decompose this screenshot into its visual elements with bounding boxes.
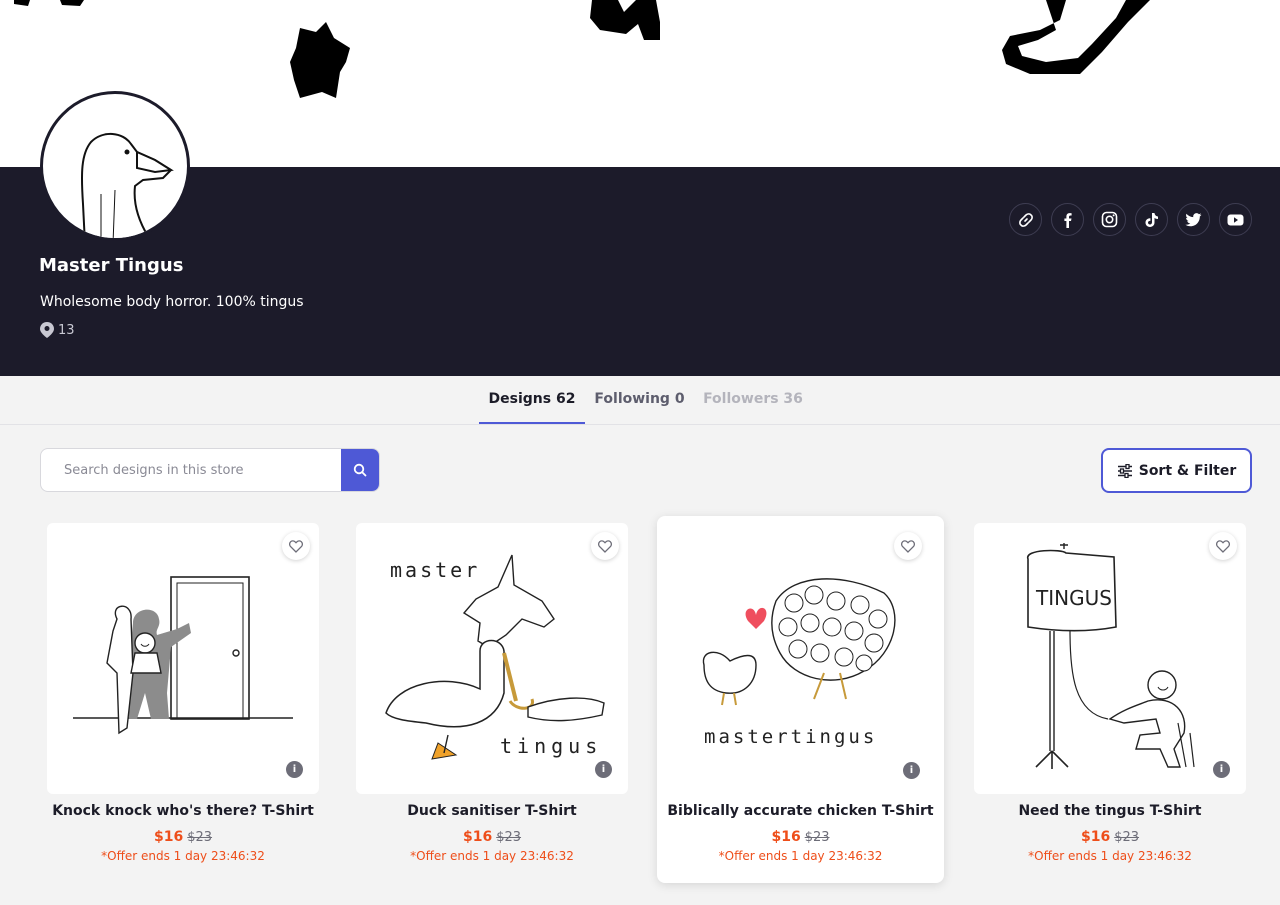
heart-icon [1216,539,1230,553]
knock-knock-illustration [73,576,293,735]
product-card[interactable]: i Knock knock who's there? T-Shirt $16 $2… [47,523,319,883]
tiktok-button[interactable] [1135,203,1168,236]
store-banner [0,0,1280,167]
location-info: 13 [40,322,75,338]
original-price: $23 [804,830,830,845]
twitter-icon [1185,212,1202,226]
social-links [1009,203,1252,236]
image-text-mastertingus: mastertingus [704,726,877,748]
favorite-button[interactable] [1209,532,1237,560]
facebook-icon [1063,212,1072,228]
product-title: Need the tingus T-Shirt [1018,803,1202,819]
product-price: $16 $23 [47,829,319,845]
store-avatar [40,91,190,241]
product-price: $16 $23 [974,829,1246,845]
product-image: master tingus [356,523,628,794]
product-price: $16 $23 [657,829,944,845]
instagram-icon [1101,211,1118,228]
store-description: Wholesome body horror. 100% tingus [40,294,304,310]
search-button[interactable] [341,449,379,491]
product-card[interactable]: mastertingus i Biblically accurate chick… [657,516,944,883]
link-button[interactable] [1009,203,1042,236]
tiktok-icon [1145,212,1158,227]
sale-price: $16 [462,829,493,845]
offer-countdown: *Offer ends 1 day 23:46:32 [1028,849,1192,863]
location-count: 13 [58,322,75,338]
tab-following[interactable]: Following 0 [592,376,687,424]
product-title: Biblically accurate chicken T-Shirt [667,803,934,819]
heart-icon [289,539,303,553]
instagram-button[interactable] [1093,203,1126,236]
search-box [40,448,380,492]
goose-avatar-image [80,133,174,238]
store-header [0,167,1280,376]
image-text-tingus: tingus [500,734,602,758]
product-title: Knock knock who's there? T-Shirt [52,803,314,819]
tab-designs[interactable]: Designs 62 [479,376,585,424]
image-text-master: master [390,558,480,582]
duck-sanitiser-illustration: master tingus [385,554,605,760]
sale-price: $16 [771,829,801,845]
product-price: $16 $23 [356,829,628,845]
need-the-tingus-illustration: TINGUS [1027,543,1195,769]
heart-icon [598,539,612,553]
original-price: $23 [1114,830,1140,845]
sale-price: $16 [153,829,184,845]
info-icon[interactable]: i [1213,761,1230,778]
favorite-button[interactable] [282,532,310,560]
sale-price: $16 [1080,829,1111,845]
search-icon [353,463,367,477]
original-price: $23 [187,830,213,845]
product-image: TINGUS [974,523,1246,794]
sort-filter-label: Sort & Filter [1138,462,1237,479]
favorite-button[interactable] [894,532,922,560]
product-card[interactable]: TINGUS i Need the tingus T-Shirt $16 $23 … [974,523,1246,883]
link-icon [1018,212,1033,227]
offer-countdown: *Offer ends 1 day 23:46:32 [101,849,265,863]
sort-filter-button[interactable]: Sort & Filter [1101,448,1252,493]
info-icon[interactable]: i [595,761,612,778]
favorite-button[interactable] [591,532,619,560]
offer-countdown: *Offer ends 1 day 23:46:32 [410,849,574,863]
original-price: $23 [496,830,522,845]
product-image: mastertingus [664,523,936,794]
location-pin-icon [40,322,54,338]
sliders-icon [1117,463,1132,478]
offer-countdown: *Offer ends 1 day 23:46:32 [718,849,883,863]
youtube-icon [1227,214,1244,225]
search-input[interactable] [41,449,341,491]
product-card[interactable]: master tingus i Duck sanitiser T-Shirt $… [356,523,628,883]
tab-followers[interactable]: Followers 36 [700,376,806,424]
banner-doodles [14,0,1150,98]
heart-icon [901,539,915,553]
facebook-button[interactable] [1051,203,1084,236]
twitter-button[interactable] [1177,203,1210,236]
store-name: Master Tingus [39,255,184,276]
biblical-chicken-illustration: mastertingus [702,578,896,748]
product-image [47,523,319,794]
image-text-tingus-bag: TINGUS [1035,586,1112,610]
store-tabs: Designs 62 Following 0 Followers 36 [0,376,1280,425]
youtube-button[interactable] [1219,203,1252,236]
product-title: Duck sanitiser T-Shirt [407,803,577,819]
info-icon[interactable]: i [286,761,303,778]
info-icon[interactable]: i [903,762,920,779]
